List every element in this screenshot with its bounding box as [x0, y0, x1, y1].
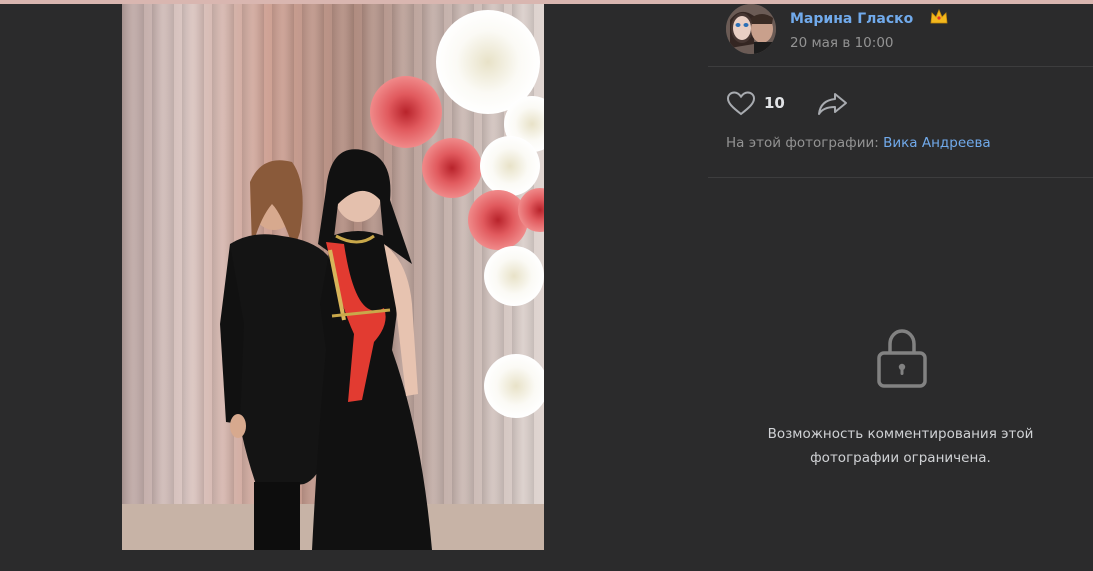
- photo-viewer: [0, 4, 708, 571]
- likes-count: 10: [764, 94, 785, 112]
- heart-icon: [726, 91, 756, 116]
- divider: [708, 66, 1093, 67]
- share-arrow-icon: [818, 93, 847, 115]
- tagged-label: На этой фотографии:: [726, 135, 879, 151]
- comments-restricted-notice: Возможность комментирования этой фотогра…: [738, 422, 1063, 470]
- like-button[interactable]: 10: [726, 90, 796, 118]
- post-author: Марина Гласко 20 мая в 10:00: [726, 4, 1086, 66]
- author-name-link[interactable]: Марина Гласко: [790, 11, 913, 27]
- restricted-text-line-1: Возможность комментирования этой: [767, 426, 1034, 442]
- photo-image[interactable]: [122, 4, 544, 550]
- tagged-people: На этой фотографии: Вика Андреева: [726, 135, 991, 151]
- photo-side-panel: Марина Гласко 20 мая в 10:00 10 На этой …: [708, 4, 1093, 571]
- tagged-person-link[interactable]: Вика Андреева: [883, 135, 991, 151]
- author-avatar[interactable]: [726, 4, 776, 54]
- divider: [708, 177, 1093, 178]
- restricted-text-line-2: фотографии ограничена.: [810, 450, 991, 466]
- lock-icon: [876, 327, 928, 389]
- share-button[interactable]: [816, 90, 850, 118]
- post-date[interactable]: 20 мая в 10:00: [790, 35, 894, 51]
- crown-icon: [930, 8, 948, 29]
